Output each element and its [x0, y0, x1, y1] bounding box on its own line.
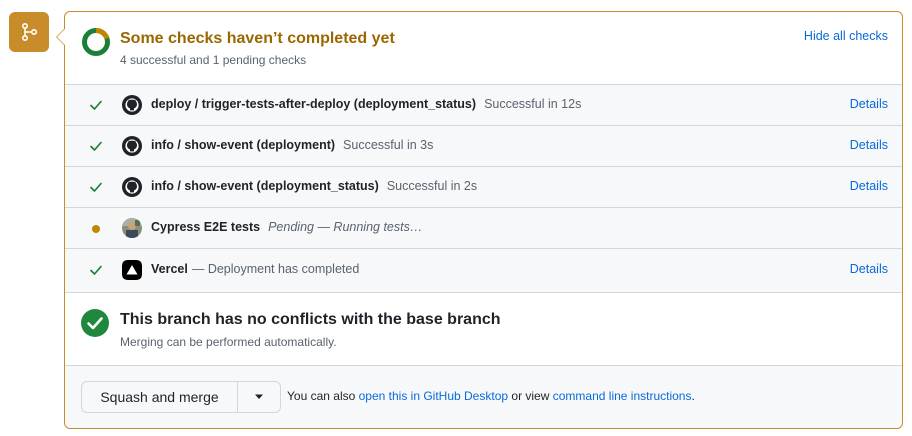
github-logo-icon: [122, 136, 142, 156]
merge-footer: Squash and merge You can also open this …: [65, 366, 902, 428]
check-name: deploy / trigger-tests-after-deploy (dep…: [151, 97, 477, 111]
checks-summary-title: Some checks haven’t completed yet: [120, 30, 395, 47]
check-details-link[interactable]: Details: [850, 262, 888, 276]
check-details-link[interactable]: Details: [850, 97, 888, 111]
github-logo-icon: [122, 95, 142, 115]
check-details-link[interactable]: Details: [850, 138, 888, 152]
check-success-icon: [90, 265, 102, 275]
check-row: deploy / trigger-tests-after-deploy (dep…: [65, 85, 902, 126]
command-line-instructions-link[interactable]: command line instructions: [553, 389, 692, 403]
git-branch-badge: [9, 12, 49, 52]
check-name: Vercel: [151, 262, 188, 276]
check-description: Successful in 2s: [386, 179, 478, 193]
squash-and-merge-button[interactable]: Squash and merge: [82, 382, 238, 412]
check-circle-icon: [81, 309, 109, 337]
vercel-logo-icon: [122, 260, 142, 280]
merge-status-subtitle: Merging can be performed automatically.: [120, 335, 337, 349]
merge-box: Some checks haven’t completed yet 4 succ…: [56, 11, 903, 429]
check-success-icon: [90, 100, 102, 110]
checks-progress-donut-icon: [82, 28, 110, 56]
check-success-icon: [90, 182, 102, 192]
git-branch-icon: [21, 22, 38, 42]
merge-status-title: This branch has no conflicts with the ba…: [120, 311, 501, 328]
check-row: info / show-event (deployment_status) Suc…: [65, 167, 902, 208]
checks-list: deploy / trigger-tests-after-deploy (dep…: [65, 85, 902, 293]
cypress-avatar-icon: [122, 218, 142, 238]
open-in-desktop-link[interactable]: open this in GitHub Desktop: [359, 389, 508, 403]
pending-arc: [95, 28, 110, 40]
check-description: Successful in 12s: [484, 97, 582, 111]
hide-all-checks-link[interactable]: Hide all checks: [804, 29, 888, 43]
merge-button-group: Squash and merge: [81, 381, 281, 413]
check-success-icon: [90, 141, 102, 151]
check-description: Successful in 3s: [343, 138, 434, 152]
check-name: info / show-event (deployment): [151, 138, 336, 152]
check-description: — Deployment has completed: [191, 262, 360, 276]
check-details-link[interactable]: Details: [850, 179, 888, 193]
check-row: Vercel — Deployment has completed Details: [65, 249, 902, 293]
check-row: Cypress E2E tests Pending — Running tests…: [65, 208, 902, 249]
checks-summary-subtitle: 4 successful and 1 pending checks: [120, 53, 307, 67]
checks-summary-header: Some checks haven’t completed yet 4 succ…: [65, 12, 902, 85]
merge-alternatives-text: You can also open this in GitHub Desktop…: [287, 389, 695, 403]
check-pending-icon: [92, 225, 100, 233]
check-description: Pending — Running tests…: [268, 220, 423, 234]
github-logo-icon: [122, 177, 142, 197]
check-row: info / show-event (deployment) Successful…: [65, 126, 902, 167]
merge-method-dropdown-button[interactable]: [238, 382, 280, 412]
check-name: Cypress E2E tests: [151, 220, 261, 234]
check-name: info / show-event (deployment_status): [151, 179, 379, 193]
triangle-down-icon: [255, 394, 263, 399]
merge-status-section: This branch has no conflicts with the ba…: [65, 293, 902, 366]
